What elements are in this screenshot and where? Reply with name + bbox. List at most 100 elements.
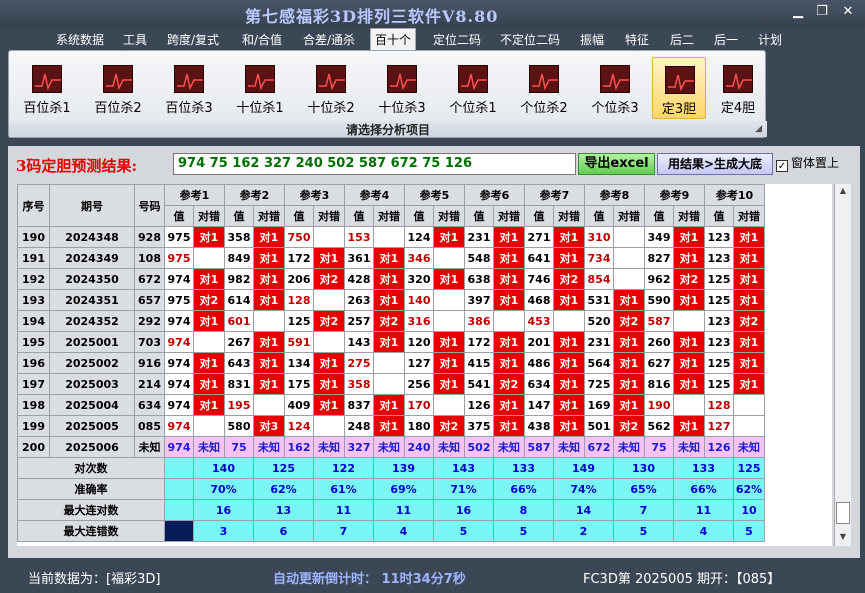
ribbon-button-3[interactable]: 十位杀1 (228, 57, 292, 119)
scroll-up-icon[interactable]: ▲ (835, 184, 851, 198)
ribbon-button-9[interactable]: 定3胆 (652, 57, 706, 119)
value-cell: 153 (344, 226, 374, 248)
menu-item-10[interactable]: 后二 (670, 31, 694, 48)
ribbon-button-10[interactable]: 定4胆 (711, 57, 765, 119)
stats-value: 66% (493, 478, 554, 500)
period-cell: 2025001 (49, 331, 135, 353)
check-cell: 对1 (193, 268, 225, 290)
check-cell: 对1 (613, 352, 645, 374)
value-cell: 854 (584, 268, 614, 290)
table-row[interactable]: 196 2025002 916 974 对1 643 对1 134 对1 275 127 对1 415 对… (17, 352, 765, 374)
menu-item-12[interactable]: 计划 (758, 31, 782, 48)
check-cell: 对1 (553, 394, 585, 416)
check-cell: 对1 (433, 268, 465, 290)
menu-item-8[interactable]: 振幅 (580, 31, 604, 48)
number-cell: 672 (134, 268, 165, 290)
ribbon-button-2[interactable]: 百位杀3 (157, 57, 221, 119)
check-cell: 对1 (253, 331, 285, 353)
number-cell: 未知 (134, 436, 165, 458)
value-cell: 316 (404, 310, 434, 332)
menu-item-3[interactable]: 和/合值 (242, 31, 282, 48)
table-row[interactable]: 194 2024352 292 974 对1 601 125 对2 257 对2 316 386 453… (17, 310, 765, 332)
menu-item-6[interactable]: 定位二码 (433, 31, 481, 48)
close-icon[interactable]: ✕ (838, 4, 858, 20)
menu-item-7[interactable]: 不定位二码 (500, 31, 560, 48)
stats-value: 2 (553, 520, 614, 542)
check-cell: 对1 (313, 352, 345, 374)
check-cell: 对1 (733, 247, 765, 269)
table-row[interactable]: 199 2025005 085 974 580 对3 124 248 对1 180 对2 375 对1 4… (17, 415, 765, 437)
table-row[interactable]: 193 2024351 657 975 对2 614 对1 128 263 对1 140 397 对1 4… (17, 289, 765, 311)
check-subheader: 对错 (373, 205, 405, 227)
check-cell: 对1 (673, 226, 705, 248)
ribbon-button-5[interactable]: 十位杀3 (370, 57, 434, 119)
minimize-icon[interactable]: ▁ (788, 4, 808, 20)
ribbon-button-4[interactable]: 十位杀2 (299, 57, 363, 119)
number-cell: 634 (134, 394, 165, 416)
table-row[interactable]: 191 2024349 108 975 849 对1 172 对1 361 对1 346 548 对1 6… (17, 247, 765, 269)
check-cell: 对1 (613, 289, 645, 311)
menu-item-0[interactable]: 系统数据 (56, 31, 104, 48)
generate-button[interactable]: 用结果>生成大底 (657, 153, 773, 175)
check-cell: 对1 (553, 247, 585, 269)
check-cell: 对1 (373, 289, 405, 311)
scroll-down-icon[interactable]: ▼ (835, 530, 851, 544)
value-cell: 587 (644, 310, 674, 332)
pending-row[interactable]: 200 2025006 未知 974 未知 75 未知 162 未知 327 未知 240 未知 502 未… (17, 436, 765, 458)
ribbon-button-7[interactable]: 个位杀2 (512, 57, 576, 119)
value-cell: 643 (224, 352, 254, 374)
export-excel-button[interactable]: 导出excel (578, 153, 655, 175)
restore-icon[interactable]: ❐ (812, 4, 832, 20)
stats-value: 143 (433, 457, 494, 479)
ref-header: 参考10 (704, 184, 765, 206)
value-cell: 974 (164, 268, 194, 290)
ribbon-button-8[interactable]: 个位杀3 (583, 57, 647, 119)
period-cell: 2024351 (49, 289, 135, 311)
status-cell: 未知 (373, 436, 405, 458)
check-cell: 对2 (673, 268, 705, 290)
menu-item-4[interactable]: 合差/通杀 (303, 31, 355, 48)
check-cell: 对1 (493, 247, 525, 269)
stats-value: 62% (733, 478, 765, 500)
table-row[interactable]: 198 2025004 634 974 对1 195 409 对1 837 对1 170 126 对1 1… (17, 394, 765, 416)
menu-item-9[interactable]: 特征 (625, 31, 649, 48)
check-cell: 对1 (733, 352, 765, 374)
table-row[interactable]: 197 2025003 214 974 对1 831 对1 175 对1 358 256 对1 541 对… (17, 373, 765, 395)
check-cell: 对1 (193, 373, 225, 395)
value-cell: 975 (164, 247, 194, 269)
check-cell (193, 247, 225, 269)
value-subheader: 值 (704, 205, 734, 227)
value-subheader: 值 (404, 205, 434, 227)
check-subheader: 对错 (313, 205, 345, 227)
table-row[interactable]: 192 2024350 672 974 对1 982 对1 206 对2 428 对1 320 对1 63… (17, 268, 765, 290)
value-cell: 397 (464, 289, 494, 311)
ribbon-button-label: 百位杀1 (23, 101, 71, 116)
ontop-checkbox[interactable]: ✓ 窗体置上 (776, 153, 839, 175)
scroll-thumb[interactable] (836, 502, 850, 524)
menu-item-2[interactable]: 跨度/复式 (167, 31, 219, 48)
menu-item-11[interactable]: 后一 (714, 31, 738, 48)
period-cell: 2025006 (49, 436, 135, 458)
status-cell: 未知 (553, 436, 585, 458)
value-cell: 349 (644, 226, 674, 248)
vertical-scrollbar[interactable]: ▲ ▼ (834, 184, 851, 546)
menu-item-1[interactable]: 工具 (123, 31, 147, 48)
checkbox-icon[interactable]: ✓ (776, 160, 788, 172)
check-cell: 对1 (193, 226, 225, 248)
chart-icon (316, 65, 346, 93)
check-cell (613, 226, 645, 248)
ribbon-button-0[interactable]: 百位杀1 (15, 57, 79, 119)
ribbon-button-label: 百位杀3 (165, 101, 213, 116)
ribbon-button-6[interactable]: 个位杀1 (441, 57, 505, 119)
table-row[interactable]: 190 2024348 928 975 对1 358 对1 750 153 124 对1 231 对1 2… (17, 226, 765, 248)
result-field[interactable]: 974 75 162 327 240 502 587 672 75 126 (173, 153, 576, 175)
value-cell: 438 (524, 415, 554, 437)
menu-item-5[interactable]: 百十个 (370, 28, 417, 50)
seq-cell: 200 (17, 436, 50, 458)
ribbon-button-1[interactable]: 百位杀2 (86, 57, 150, 119)
value-cell: 590 (644, 289, 674, 311)
table-row[interactable]: 195 2025001 703 974 267 对1 591 143 对1 120 对1 172 对1 2… (17, 331, 765, 353)
check-cell: 对1 (253, 289, 285, 311)
value-cell: 849 (224, 247, 254, 269)
expand-corner-icon[interactable]: ◢ (755, 124, 762, 134)
